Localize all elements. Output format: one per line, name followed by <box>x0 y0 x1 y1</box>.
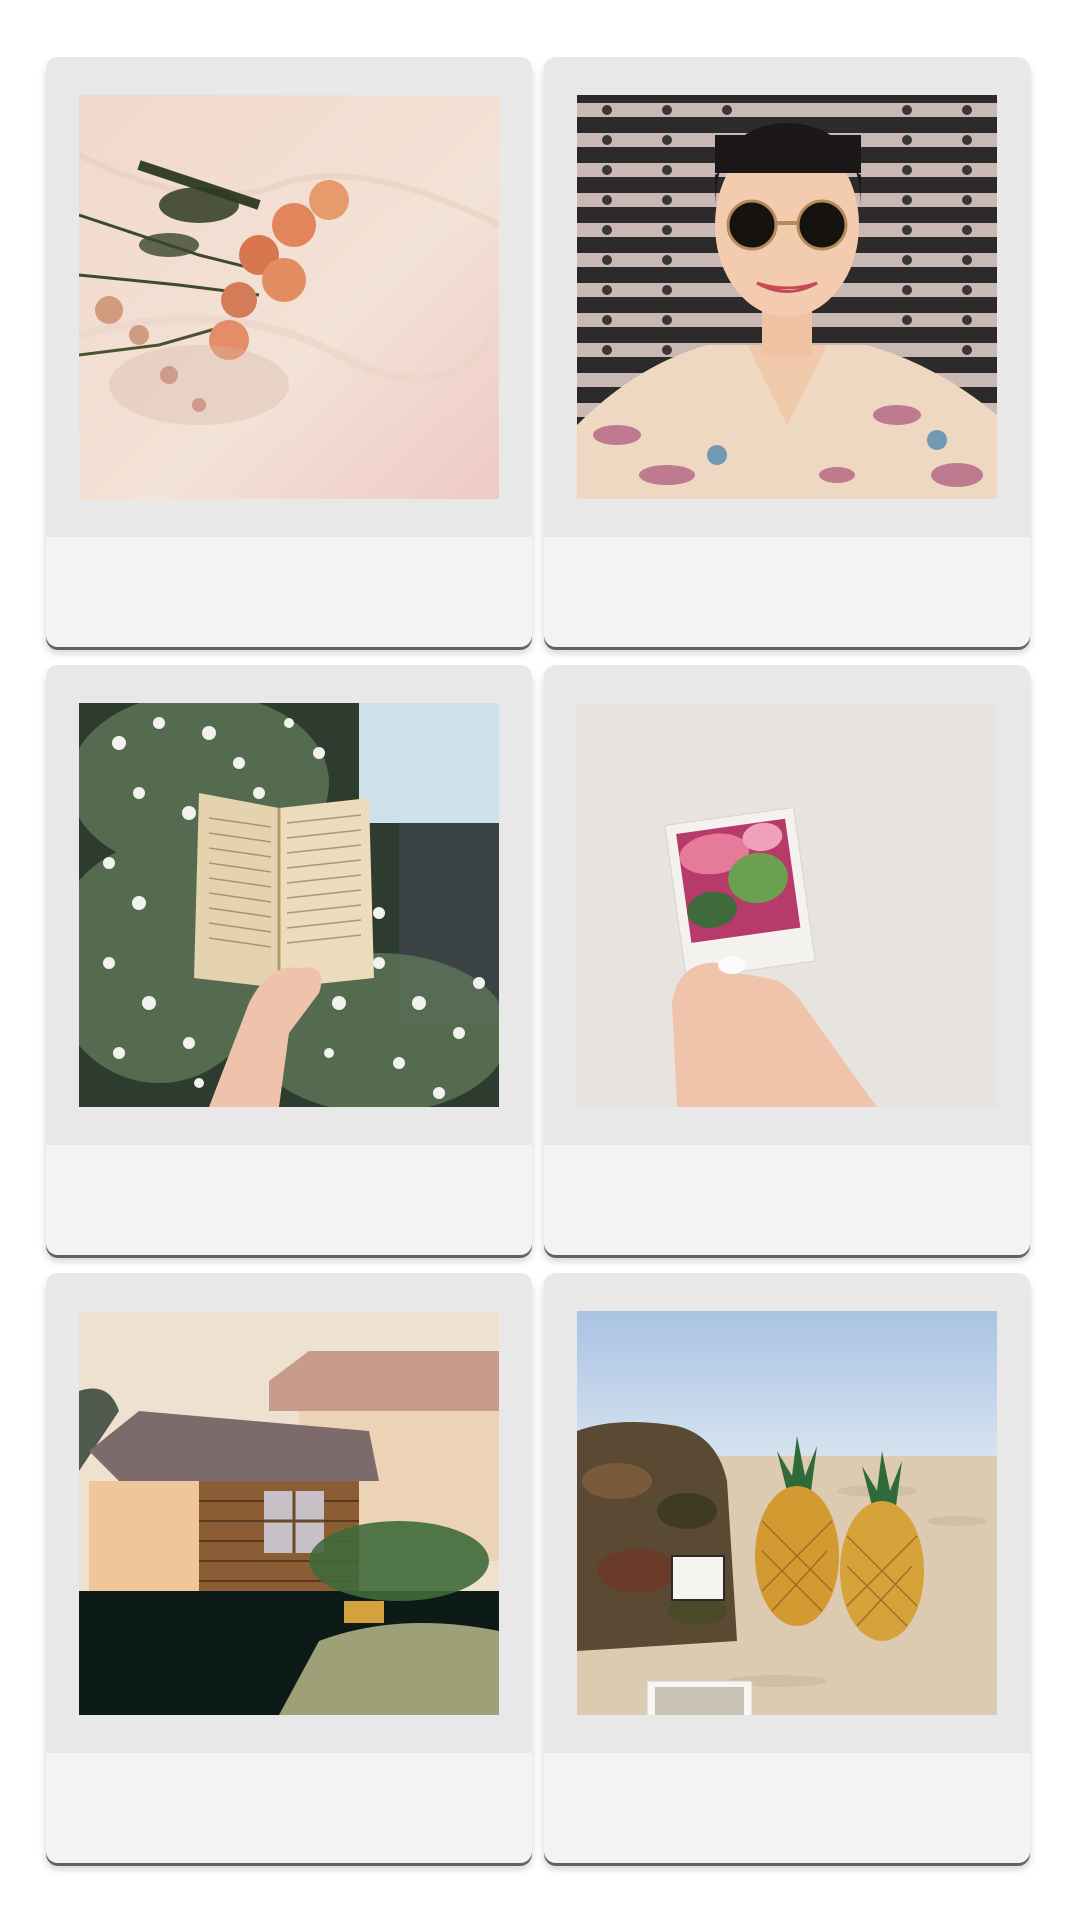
caption-strip <box>46 1145 532 1255</box>
caption-strip <box>544 1753 1030 1863</box>
caption-strip <box>46 537 532 647</box>
polaroid-grid <box>46 57 1030 1863</box>
caption-strip <box>46 1753 532 1863</box>
polaroid-card[interactable] <box>46 665 532 1255</box>
polaroid-card[interactable] <box>46 1273 532 1863</box>
polaroid-photo <box>79 703 499 1107</box>
polaroid-card[interactable] <box>544 57 1030 647</box>
polaroid-photo <box>577 95 997 499</box>
polaroid-photo <box>577 1311 997 1715</box>
polaroid-card[interactable] <box>544 665 1030 1255</box>
page <box>0 0 1080 1920</box>
polaroid-card[interactable] <box>544 1273 1030 1863</box>
caption-strip <box>544 537 1030 647</box>
polaroid-photo <box>577 703 997 1107</box>
polaroid-card[interactable] <box>46 57 532 647</box>
polaroid-photo <box>79 95 499 499</box>
polaroid-photo <box>79 1311 499 1715</box>
caption-strip <box>544 1145 1030 1255</box>
